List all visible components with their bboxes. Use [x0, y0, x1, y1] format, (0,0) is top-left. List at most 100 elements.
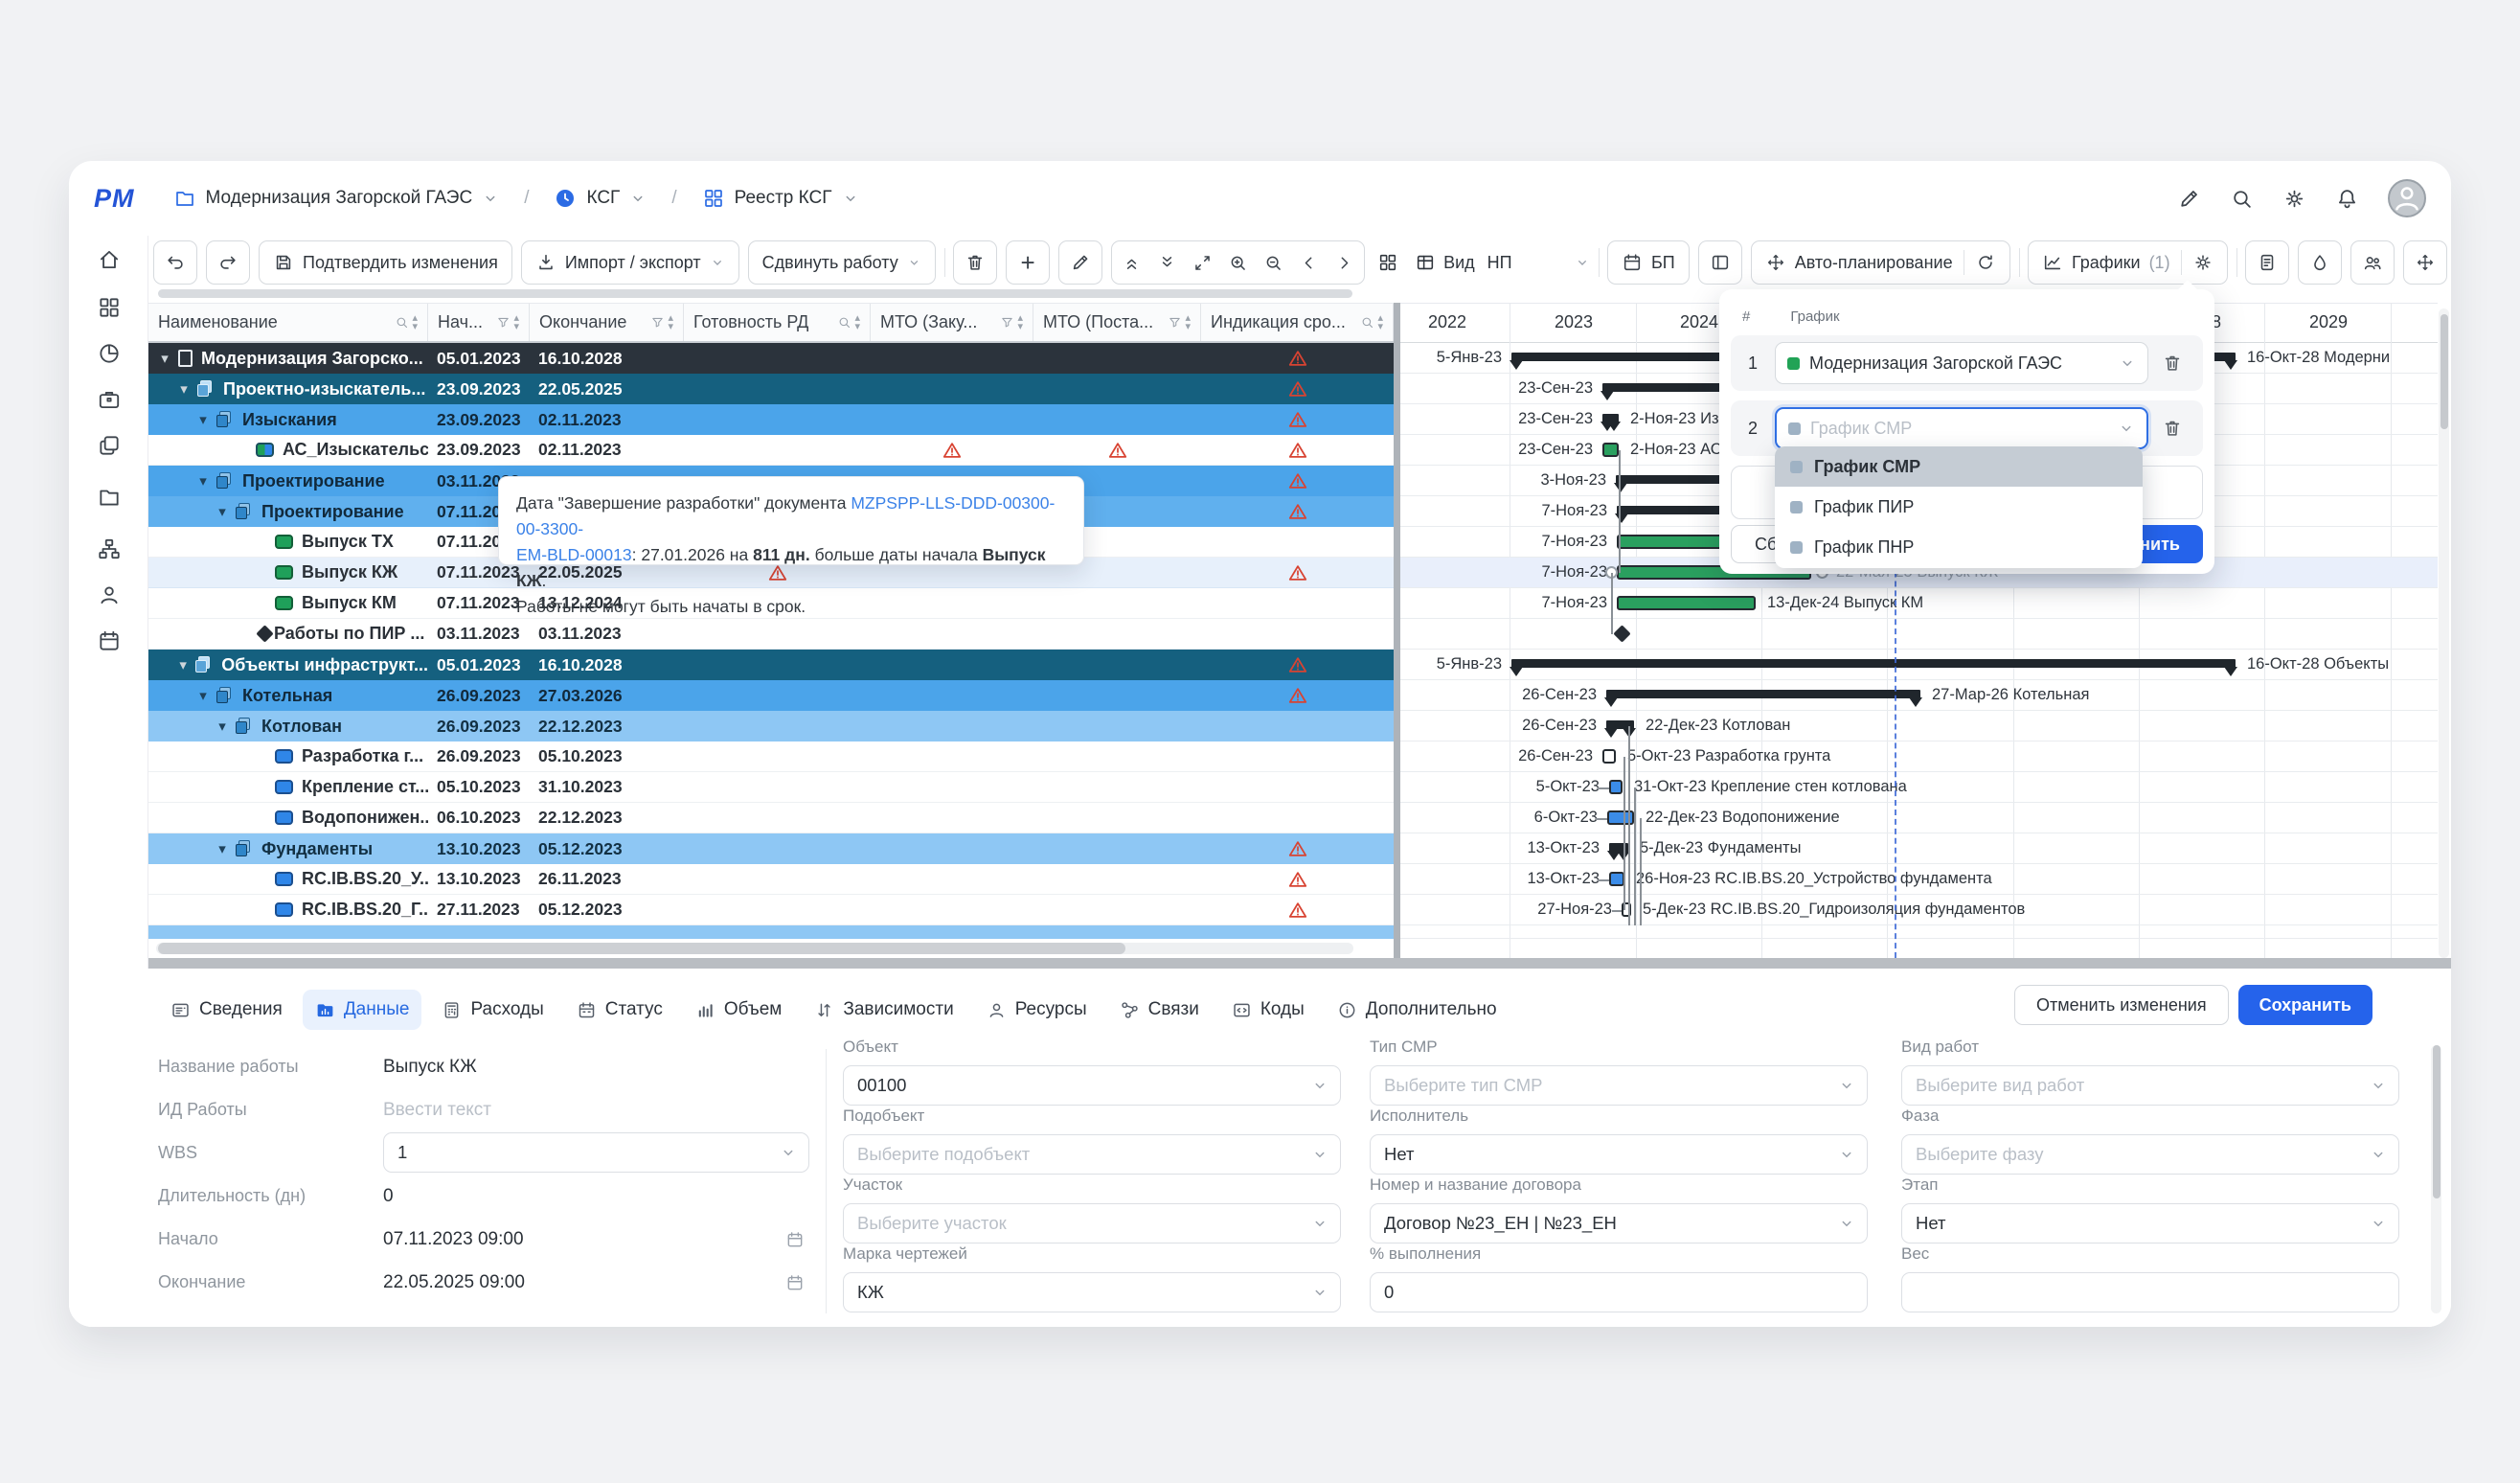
column-header-3[interactable]: Окончание▴▾ [530, 304, 684, 341]
column-header-6[interactable]: МТО (Поста...▴▾ [1033, 304, 1201, 341]
gantt-row[interactable] [1400, 619, 2438, 650]
gantt-summary-bar[interactable] [1606, 690, 1920, 698]
doc-lines-button[interactable] [2245, 240, 2289, 285]
team-button[interactable] [2350, 240, 2395, 285]
table-row[interactable]: ▾Изыскания23.09.202302.11.2023 [148, 404, 1394, 435]
horizontal-splitter[interactable] [148, 958, 2451, 969]
tab-статус[interactable]: Статус [564, 990, 675, 1030]
field-select[interactable]: Нет [1370, 1134, 1868, 1175]
table-row-partial[interactable] [148, 925, 1394, 939]
field-select[interactable]: Нет [1901, 1203, 2399, 1243]
table-row[interactable]: Работы по ПИР ...03.11.202303.11.2023 [148, 619, 1394, 650]
tab-связи[interactable]: Связи [1107, 990, 1212, 1030]
confirm-changes-button[interactable]: Подтвердить изменения [259, 240, 512, 285]
gantt-row[interactable]: 26-Сен-235-Окт-23 Разработка грунта [1400, 742, 2438, 772]
scroll-thumb[interactable] [158, 943, 1125, 954]
column-header-4[interactable]: Готовность РД▴▾ [684, 304, 871, 341]
table-row[interactable]: ▾Модернизация Загорско...05.01.202316.10… [148, 343, 1394, 374]
tab-объем[interactable]: Объем [683, 990, 795, 1030]
sidebar-item-apps[interactable] [97, 295, 122, 320]
save-button[interactable]: Сохранить [2238, 985, 2372, 1025]
column-header-7[interactable]: Индикация сро...▴▾ [1201, 304, 1394, 341]
tree-caret[interactable]: ▾ [216, 503, 229, 520]
chart-option-3[interactable]: График ПНР [1775, 527, 2143, 567]
field-value[interactable]: Ввести текст [383, 1100, 491, 1121]
drop-button[interactable] [2298, 240, 2342, 285]
table-row[interactable]: АС_Изыскательс...23.09.202302.11.2023 [148, 435, 1394, 466]
prev-icon[interactable] [1299, 253, 1319, 273]
sidebar-item-copy[interactable] [97, 433, 122, 458]
chart-option-2[interactable]: График ПИР [1775, 487, 2143, 527]
gantt-row[interactable]: 5-Окт-2331-Окт-23 Крепление стен котлова… [1400, 772, 2438, 803]
tree-caret[interactable]: ▾ [158, 350, 171, 367]
table-row[interactable]: Крепление ст...05.10.202331.10.2023 [148, 772, 1394, 803]
gantt-task-bar[interactable] [1602, 443, 1619, 457]
tab-ресурсы[interactable]: Ресурсы [974, 990, 1100, 1030]
table-gantt-splitter[interactable] [1394, 303, 1400, 958]
gantt-task-bar[interactable] [1609, 780, 1623, 794]
tab-дополнительно[interactable]: Дополнительно [1325, 990, 1510, 1030]
tab-расходы[interactable]: Расходы [429, 990, 556, 1030]
tree-caret[interactable]: ▾ [196, 411, 210, 428]
grid-view-button[interactable] [1374, 252, 1402, 273]
tab-зависимости[interactable]: Зависимости [802, 990, 965, 1030]
field-select[interactable]: Выберите подобъект [843, 1134, 1341, 1175]
gantt-row[interactable]: 13-Окт-235-Дек-23 Фундаменты [1400, 833, 2438, 864]
column-header-1[interactable]: Наименование▴▾ [148, 304, 428, 341]
trash-button[interactable] [953, 240, 997, 285]
table-row[interactable]: RC.IB.BS.20_У...13.10.202326.11.2023 [148, 864, 1394, 895]
gantt-row[interactable]: 6-Окт-2322-Дек-23 Водопонижение [1400, 803, 2438, 833]
chart-option-1[interactable]: График СМР [1775, 446, 2143, 487]
breadcrumb-item-2[interactable]: КСГ [554, 187, 647, 210]
sidebar-item-calendar[interactable] [97, 628, 122, 653]
cancel-changes-button[interactable]: Отменить изменения [2014, 985, 2229, 1025]
sidebar-item-briefcase[interactable] [97, 387, 122, 412]
table-row[interactable]: ▾Котлован26.09.202322.12.2023 [148, 711, 1394, 742]
chart-select-1[interactable]: Модернизация Загорской ГАЭС [1775, 342, 2148, 384]
chart-select-2[interactable]: График СМР [1775, 407, 2148, 449]
edit-button[interactable] [1058, 240, 1102, 285]
zoom-out-icon[interactable] [1263, 253, 1283, 273]
table-row[interactable]: RC.IB.BS.20_Г...27.11.202305.12.2023 [148, 895, 1394, 925]
tree-caret[interactable]: ▾ [196, 687, 210, 704]
gantt-task-bar[interactable] [1602, 749, 1616, 764]
tree-caret[interactable]: ▾ [216, 718, 229, 735]
document-link-2[interactable]: EM-BLD-00013 [516, 545, 632, 564]
tree-caret[interactable]: ▾ [196, 472, 210, 490]
field-select[interactable]: Договор №23_ЕН | №23_ЕН [1370, 1203, 1868, 1243]
gantt-row[interactable]: 27-Ноя-235-Дек-23 RC.IB.BS.20_Гидроизоля… [1400, 895, 2438, 925]
collapse-all-icon[interactable] [1122, 253, 1142, 273]
import-export-button[interactable]: Импорт / экспорт [521, 240, 739, 285]
settings-icon[interactable] [2282, 187, 2306, 211]
undo-button[interactable] [153, 240, 197, 285]
table-row[interactable]: ▾Котельная26.09.202327.03.2026 [148, 680, 1394, 711]
shift-work-select[interactable]: Сдвинуть работу [748, 240, 936, 285]
panel-button[interactable] [1698, 240, 1742, 285]
move-button[interactable] [2403, 240, 2447, 285]
gantt-row[interactable]: 26-Сен-2327-Мар-26 Котельная [1400, 680, 2438, 711]
details-scrollbar[interactable] [2431, 1045, 2441, 1313]
gantt-summary-bar[interactable] [1609, 843, 1628, 852]
table-top-scrollbar[interactable] [158, 289, 1352, 298]
table-row[interactable]: Разработка г...26.09.202305.10.2023 [148, 742, 1394, 772]
field-input[interactable]: 0 [1370, 1272, 1868, 1312]
charts-button[interactable]: Графики(1) [2028, 240, 2228, 285]
gantt-row[interactable]: 7-Ноя-2313-Дек-24 Выпуск КМ [1400, 588, 2438, 619]
gantt-row[interactable]: 5-Янв-2316-Окт-28 Объекты [1400, 650, 2438, 680]
tab-данные[interactable]: Данные [303, 990, 422, 1030]
field-select[interactable]: КЖ [843, 1272, 1341, 1312]
gantt-summary-bar[interactable] [1602, 414, 1619, 422]
sidebar-item-org-chart[interactable] [97, 536, 122, 561]
sidebar-item-user[interactable] [97, 582, 122, 607]
tree-caret[interactable]: ▾ [177, 380, 191, 398]
bp-button[interactable]: БП [1607, 240, 1690, 285]
calendar-icon[interactable] [785, 1230, 805, 1249]
field-input[interactable] [1901, 1272, 2399, 1312]
autoplan-button[interactable]: Авто-планирование [1751, 240, 2010, 285]
delete-chart-icon[interactable] [2162, 353, 2183, 374]
calendar-icon[interactable] [785, 1273, 805, 1292]
edit-icon[interactable] [2177, 187, 2201, 211]
notifications-icon[interactable] [2335, 187, 2359, 211]
breadcrumb-item-1[interactable]: Модернизация Загорской ГАЭС [173, 187, 500, 210]
avatar[interactable] [2388, 179, 2426, 217]
